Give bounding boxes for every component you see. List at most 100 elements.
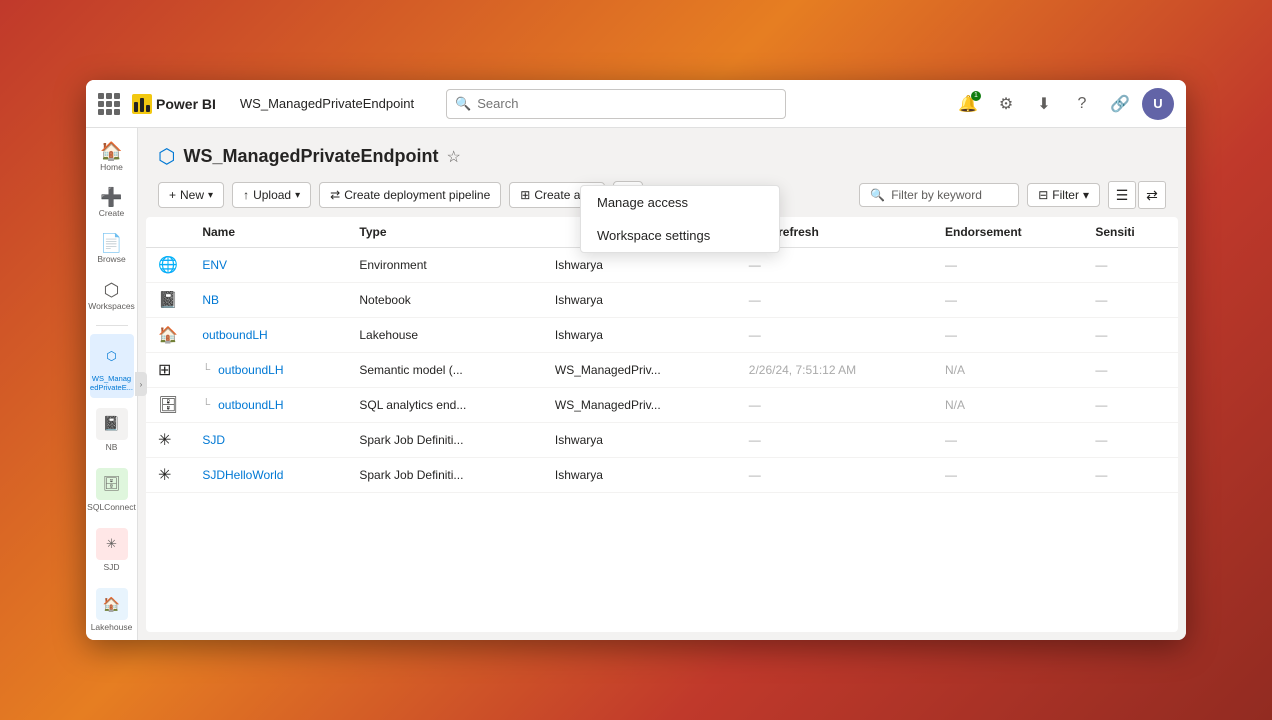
dropdown-item-workspace-settings[interactable]: Workspace settings	[581, 219, 779, 252]
view-buttons: ☰ ⇄	[1108, 181, 1166, 209]
upload-button[interactable]: ↑ Upload ▾	[232, 182, 311, 208]
sidebar-label-workspaces: Workspaces	[88, 301, 135, 311]
sidebar-item-nb[interactable]: 📓 NB	[90, 402, 134, 458]
item-name[interactable]: outboundLH	[218, 363, 283, 377]
search-box[interactable]: 🔍	[446, 89, 786, 119]
table-row: 🏠 outboundLH Lakehouse Ishwarya — — —	[146, 318, 1178, 353]
sidebar-item-browse[interactable]: 📄 Browse	[90, 228, 134, 270]
row-owner-cell: WS_ManagedPriv...	[543, 353, 737, 388]
sqlconnect-icon: 🗄	[96, 468, 128, 500]
sidebar-label-browse: Browse	[97, 254, 125, 264]
item-name[interactable]: outboundLH	[218, 398, 283, 412]
avatar[interactable]: U	[1142, 88, 1174, 120]
sidebar-label-home: Home	[100, 162, 123, 172]
workspace-icon: ⬡	[158, 144, 175, 169]
workspace-title: WS_ManagedPrivateEndpoint	[183, 146, 438, 167]
row-refresh-cell: 2/26/24, 7:51:12 AM	[737, 353, 933, 388]
sidebar-item-lakehouse[interactable]: 🏠 Lakehouse	[90, 582, 134, 638]
deployment-icon: ⇄	[330, 188, 340, 202]
create-deployment-label: Create deployment pipeline	[344, 188, 490, 202]
sidebar-item-sjd[interactable]: ✳ SJD	[90, 522, 134, 578]
sidebar-item-workspaces[interactable]: ⬡ Workspaces	[90, 275, 134, 317]
sidebar-label-create: Create	[99, 208, 125, 218]
settings-button[interactable]: ⚙	[990, 88, 1022, 120]
row-icon-cell: ✳	[146, 458, 190, 493]
row-sensitivity-cell: —	[1083, 458, 1178, 493]
row-owner-cell: Ishwarya	[543, 318, 737, 353]
app-icon: ⊞	[520, 188, 530, 202]
home-icon: 🏠	[100, 142, 122, 160]
row-icon-cell: ✳	[146, 423, 190, 458]
item-type-icon: ✳	[158, 467, 171, 484]
col-header-endorsement: Endorsement	[933, 217, 1083, 248]
create-deployment-pipeline-button[interactable]: ⇄ Create deployment pipeline	[319, 182, 501, 208]
filter-search-icon: 🔍	[870, 188, 885, 202]
ws-main-icon: ⬡	[96, 340, 128, 372]
item-type-icon: 🌐	[158, 257, 178, 274]
help-button[interactable]: ?	[1066, 88, 1098, 120]
list-view-button[interactable]: ☰	[1108, 181, 1136, 209]
item-name[interactable]: NB	[202, 293, 219, 307]
sidebar-item-home[interactable]: 🏠 Home	[90, 136, 134, 178]
context-dropdown-menu: Manage access Workspace settings	[580, 185, 780, 253]
row-type-cell: Lakehouse	[347, 318, 543, 353]
row-name-cell: SJD	[190, 423, 347, 458]
breadcrumb: WS_ManagedPrivateEndpoint	[240, 96, 414, 111]
new-button[interactable]: + New ▾	[158, 182, 224, 208]
dropdown-item-manage-access[interactable]: Manage access	[581, 186, 779, 219]
nb-icon: 📓	[96, 408, 128, 440]
favorite-star-icon[interactable]: ☆	[447, 147, 461, 167]
download-button[interactable]: ⬇	[1028, 88, 1060, 120]
filter-placeholder: Filter by keyword	[891, 188, 982, 202]
row-name-cell: outboundLH	[190, 318, 347, 353]
item-name[interactable]: outboundLH	[202, 328, 267, 342]
sidebar-label-ws-main: WS_ManagedPrivateE...	[90, 374, 133, 392]
new-chevron-icon: ▾	[208, 190, 213, 201]
row-refresh-cell: —	[737, 458, 933, 493]
workspace-title-row: ⬡ WS_ManagedPrivateEndpoint ☆	[158, 144, 1166, 169]
row-endorsement-cell: N/A	[933, 388, 1083, 423]
item-type-icon: ⊞	[158, 362, 171, 379]
titlebar: Power BI WS_ManagedPrivateEndpoint 🔍 🔔 1…	[86, 80, 1186, 128]
row-sensitivity-cell: —	[1083, 283, 1178, 318]
upload-label: Upload	[253, 188, 291, 202]
sidebar-collapse-handle[interactable]: ›	[135, 372, 147, 396]
sidebar-item-ws-main[interactable]: ⬡ WS_ManagedPrivateE...	[90, 334, 134, 398]
item-name[interactable]: ENV	[202, 258, 227, 272]
row-icon-cell: 🗄	[146, 388, 190, 423]
sidebar-item-create[interactable]: ➕ Create	[90, 182, 134, 224]
row-owner-cell: Ishwarya	[543, 423, 737, 458]
powerbi-label: Power BI	[156, 96, 216, 112]
titlebar-actions: 🔔 1 ⚙ ⬇ ? 🔗 U	[952, 88, 1174, 120]
row-refresh-cell: —	[737, 423, 933, 458]
item-type-icon: 📓	[158, 292, 178, 309]
row-sensitivity-cell: —	[1083, 423, 1178, 458]
upload-chevron-icon: ▾	[295, 190, 300, 201]
sidebar-label-sqlconnect: SQLConnect	[87, 502, 136, 512]
row-sensitivity-cell: —	[1083, 248, 1178, 283]
filter-label: Filter	[1052, 188, 1079, 202]
row-name-cell: └ outboundLH	[190, 353, 347, 388]
app-grid-icon[interactable]	[98, 93, 120, 115]
indent-indicator: └	[202, 399, 210, 411]
share-icon: 🔗	[1110, 94, 1130, 114]
sidebar: 🏠 Home ➕ Create 📄 Browse ⬡ Workspaces ⬡ …	[86, 128, 138, 640]
item-name[interactable]: SJD	[202, 433, 225, 447]
item-name[interactable]: SJDHelloWorld	[202, 468, 283, 482]
filter-input[interactable]: 🔍 Filter by keyword	[859, 183, 1019, 207]
notifications-button[interactable]: 🔔 1	[952, 88, 984, 120]
sidebar-label-nb: NB	[106, 442, 118, 452]
share-view-button[interactable]: ⇄	[1138, 181, 1166, 209]
row-type-cell: Semantic model (...	[347, 353, 543, 388]
row-icon-cell: 📓	[146, 283, 190, 318]
download-icon: ⬇	[1037, 94, 1050, 114]
filter-button[interactable]: ⊟ Filter ▾	[1027, 183, 1100, 207]
share-button[interactable]: 🔗	[1104, 88, 1136, 120]
row-type-cell: Environment	[347, 248, 543, 283]
gear-icon: ⚙	[999, 94, 1013, 114]
search-icon: 🔍	[455, 96, 471, 112]
search-input[interactable]	[477, 96, 777, 111]
row-type-cell: SQL analytics end...	[347, 388, 543, 423]
sidebar-item-sqlconnect[interactable]: 🗄 SQLConnect	[90, 462, 134, 518]
table-row: 📓 NB Notebook Ishwarya — — —	[146, 283, 1178, 318]
